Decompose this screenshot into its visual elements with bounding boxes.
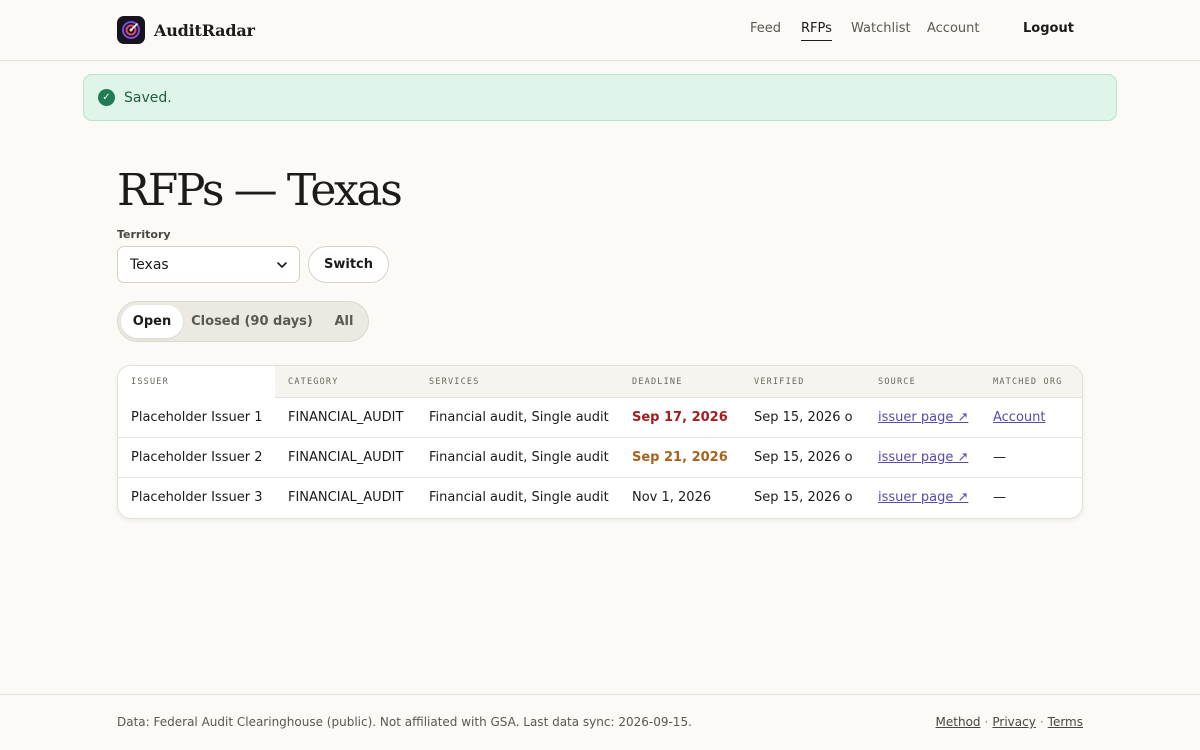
col-source[interactable]: SOURCE: [878, 377, 916, 387]
logout-button[interactable]: Logout: [1023, 21, 1074, 36]
rfp-table: ISSUER CATEGORY SERVICES DEADLINE VERIFI…: [117, 365, 1083, 519]
nav-account[interactable]: Account: [927, 21, 980, 40]
flash-message: Saved.: [124, 89, 172, 106]
footer-method-link[interactable]: Method: [936, 715, 981, 729]
services-cell: Financial audit, Single audit: [429, 410, 609, 425]
deadline-cell: Sep 21, 2026: [632, 450, 728, 465]
brand[interactable]: AuditRadar: [117, 16, 255, 44]
nav-watchlist[interactable]: Watchlist: [851, 21, 911, 40]
col-matched-org[interactable]: MATCHED ORG: [993, 377, 1063, 387]
col-category[interactable]: CATEGORY: [288, 377, 339, 387]
verified-cell: Sep 15, 2026 o: [754, 490, 853, 505]
tab-open[interactable]: Open: [121, 305, 183, 338]
tab-all[interactable]: All: [321, 305, 367, 338]
category-cell: FINANCIAL_AUDIT: [288, 450, 404, 465]
deadline-cell: Sep 17, 2026: [632, 410, 728, 425]
table-row[interactable]: Placeholder Issuer 3 FINANCIAL_AUDIT Fin…: [118, 478, 1082, 518]
footer-separator: ·: [1039, 715, 1044, 729]
table-row[interactable]: Placeholder Issuer 2 FINANCIAL_AUDIT Fin…: [118, 438, 1082, 478]
col-deadline[interactable]: DEADLINE: [632, 377, 683, 387]
footer-privacy-link[interactable]: Privacy: [992, 715, 1035, 729]
matched-org-cell: —: [993, 490, 1006, 505]
matched-org-cell: —: [993, 450, 1006, 465]
territory-label: Territory: [117, 228, 171, 241]
footer-separator: ·: [984, 715, 989, 729]
footer-terms-link[interactable]: Terms: [1048, 715, 1083, 729]
col-verified[interactable]: VERIFIED: [754, 377, 805, 387]
issuer-cell: Placeholder Issuer 3: [131, 490, 263, 505]
chevron-down-icon: [277, 262, 287, 268]
brand-name: AuditRadar: [154, 20, 255, 40]
switch-button[interactable]: Switch: [308, 246, 389, 283]
services-cell: Financial audit, Single audit: [429, 490, 609, 505]
verified-cell: Sep 15, 2026 o: [754, 450, 853, 465]
top-bar: AuditRadar Feed RFPs Watchlist Account L…: [0, 0, 1200, 61]
issuer-cell: Placeholder Issuer 2: [131, 450, 263, 465]
services-cell: Financial audit, Single audit: [429, 450, 609, 465]
tab-closed[interactable]: Closed (90 days): [190, 305, 314, 338]
matched-org-link[interactable]: Account: [993, 410, 1046, 425]
deadline-cell: Nov 1, 2026: [632, 490, 712, 505]
footer: Data: Federal Audit Clearinghouse (publi…: [0, 694, 1200, 750]
territory-select[interactable]: Texas: [117, 246, 300, 283]
source-link[interactable]: issuer page ↗: [878, 410, 968, 425]
radar-logo-icon: [117, 16, 145, 44]
status-tabs: Open Closed (90 days) All: [117, 301, 369, 342]
territory-selected-value: Texas: [130, 256, 169, 273]
category-cell: FINANCIAL_AUDIT: [288, 490, 404, 505]
success-flash: ✓ Saved.: [83, 74, 1117, 121]
page-title: RFPs — Texas: [117, 165, 403, 216]
nav-feed[interactable]: Feed: [750, 21, 781, 40]
source-link[interactable]: issuer page ↗: [878, 450, 968, 465]
check-icon: ✓: [98, 89, 115, 106]
footer-note: Data: Federal Audit Clearinghouse (publi…: [117, 715, 692, 729]
category-cell: FINANCIAL_AUDIT: [288, 410, 404, 425]
col-services[interactable]: SERVICES: [429, 377, 480, 387]
nav-rfps[interactable]: RFPs: [801, 21, 832, 41]
col-issuer[interactable]: ISSUER: [131, 377, 169, 387]
verified-cell: Sep 15, 2026 o: [754, 410, 853, 425]
footer-links: Method · Privacy · Terms: [936, 715, 1083, 729]
table-header: ISSUER CATEGORY SERVICES DEADLINE VERIFI…: [118, 366, 1082, 398]
source-link[interactable]: issuer page ↗: [878, 490, 968, 505]
table-row[interactable]: Placeholder Issuer 1 FINANCIAL_AUDIT Fin…: [118, 398, 1082, 438]
issuer-cell: Placeholder Issuer 1: [131, 410, 263, 425]
